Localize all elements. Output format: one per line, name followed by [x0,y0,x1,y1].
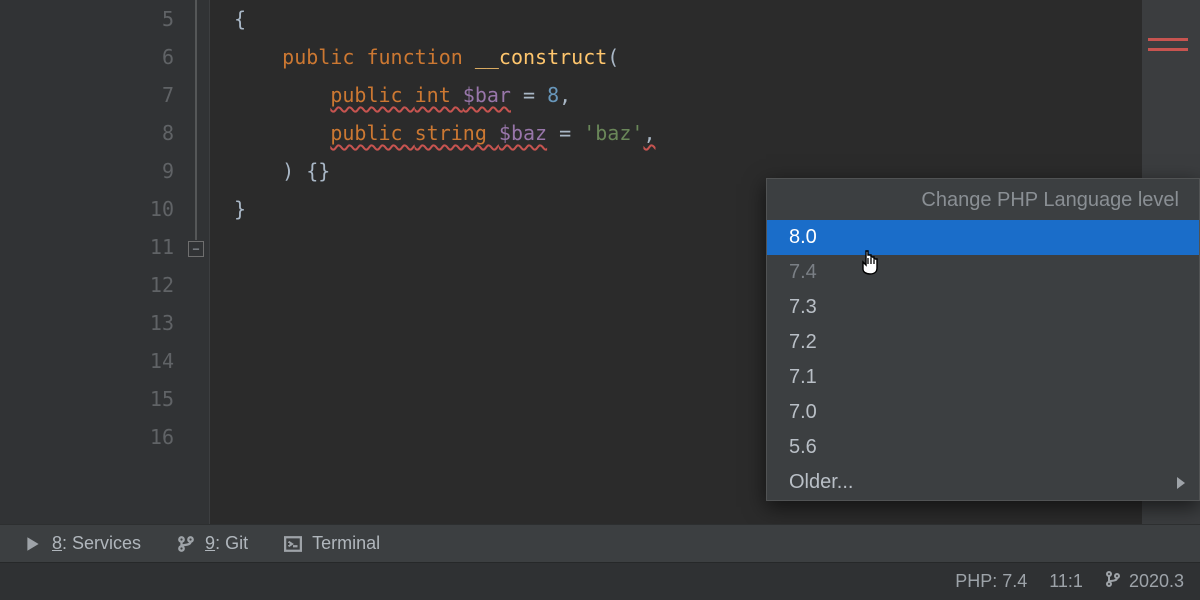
line-number: 13 [0,304,174,342]
status-bar: PHP: 7.4 11:1 2020.3 [0,562,1200,600]
line-number: 11 [0,228,174,266]
status-php-level[interactable]: PHP: 7.4 [955,571,1027,592]
status-caret-position[interactable]: 11:1 [1049,571,1083,592]
code-line: { [234,0,1200,38]
line-number: 9 [0,152,174,190]
code-line: public string $baz = 'baz', [234,114,1200,152]
line-number: 7 [0,76,174,114]
git-branch-icon [177,535,195,553]
gutter: 5 6 7 8 9 10 11 12 13 14 15 16 − [0,0,210,524]
code-line: public int $bar = 8, [234,76,1200,114]
popup-item-php-8-0[interactable]: 8.0 [767,220,1199,255]
error-marker-icon[interactable] [1148,38,1188,41]
intention-popup: Change PHP Language level 8.0 7.4 7.3 7.… [766,178,1200,501]
chevron-right-icon [1177,477,1185,489]
popup-item-php-7-3[interactable]: 7.3 [767,290,1199,325]
popup-item-php-7-0[interactable]: 7.0 [767,395,1199,430]
line-number: 10 [0,190,174,228]
pointer-cursor-icon [859,249,881,281]
line-number: 5 [0,0,174,38]
play-icon [24,535,42,553]
tool-tab-services[interactable]: 8: Services [6,525,159,562]
code-line: public function __construct( [234,38,1200,76]
status-version[interactable]: 2020.3 [1105,571,1184,592]
line-number: 6 [0,38,174,76]
line-number: 14 [0,342,174,380]
tool-tab-git[interactable]: 9: Git [159,525,266,562]
tool-tab-terminal[interactable]: Terminal [266,525,398,562]
error-marker-icon[interactable] [1148,48,1188,51]
git-branch-icon [1105,571,1121,592]
popup-item-php-7-1[interactable]: 7.1 [767,360,1199,395]
line-number: 8 [0,114,174,152]
line-number: 12 [0,266,174,304]
line-number: 16 [0,418,174,456]
popup-item-php-7-4[interactable]: 7.4 [767,255,1199,290]
tool-window-bar: 8: Services 9: Git Terminal [0,524,1200,562]
popup-title: Change PHP Language level [767,179,1199,220]
line-number: 15 [0,380,174,418]
popup-item-php-5-6[interactable]: 5.6 [767,430,1199,465]
terminal-icon [284,535,302,553]
fold-guide-line [195,0,197,240]
popup-item-php-7-2[interactable]: 7.2 [767,325,1199,360]
popup-item-older[interactable]: Older... [767,465,1199,500]
fold-collapse-icon[interactable]: − [188,241,204,257]
